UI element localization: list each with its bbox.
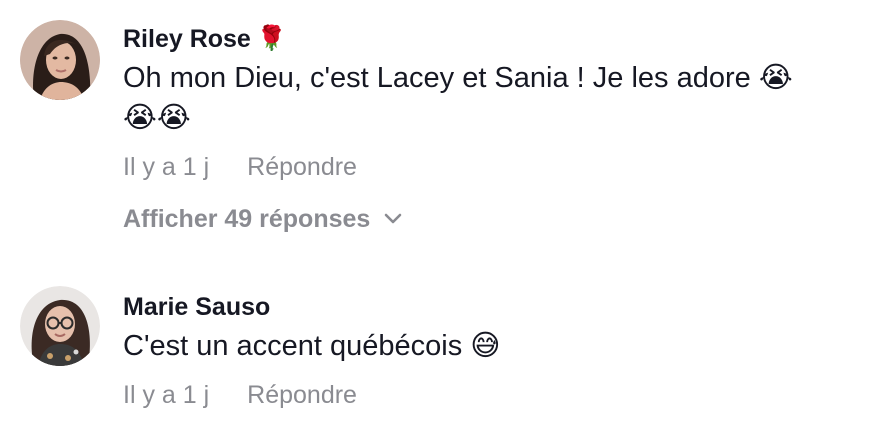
avatar-image	[20, 20, 100, 100]
reply-button[interactable]: Répondre	[247, 380, 357, 410]
rose-emoji: 🌹	[256, 25, 287, 52]
reply-button[interactable]: Répondre	[247, 152, 357, 182]
view-replies-button[interactable]: Afficher 49 réponses	[123, 204, 876, 234]
view-replies-label: Afficher 49 réponses	[123, 205, 371, 233]
username-text: Marie Sauso	[123, 293, 271, 321]
comment-username[interactable]: Riley Rose 🌹	[123, 24, 876, 54]
comment-text-line: 😭😭	[123, 102, 191, 134]
comment-text: Oh mon Dieu, c'est Lacey et Sania ! Je l…	[123, 58, 876, 138]
comment-text-line: Oh mon Dieu, c'est Lacey et Sania ! Je l…	[123, 62, 793, 94]
chevron-down-icon	[385, 213, 402, 224]
comment-item: Riley Rose 🌹 Oh mon Dieu, c'est Lacey et…	[0, 0, 896, 260]
comment-item: Marie Sauso C'est un accent québécois 😅 …	[0, 270, 896, 434]
comment-meta: Il y a 1 j Répondre	[123, 152, 876, 182]
comment-time: Il y a 1 j	[123, 153, 210, 181]
avatar[interactable]	[20, 286, 100, 366]
comment-time: Il y a 1 j	[123, 381, 210, 409]
avatar[interactable]	[20, 20, 100, 100]
comment-meta: Il y a 1 j Répondre	[123, 380, 876, 410]
comment-username[interactable]: Marie Sauso	[123, 292, 876, 322]
avatar-image	[20, 286, 100, 366]
comment-text-line: C'est un accent québécois 😅	[123, 330, 501, 362]
username-text: Riley Rose	[123, 25, 251, 53]
comment-text: C'est un accent québécois 😅	[123, 326, 876, 366]
